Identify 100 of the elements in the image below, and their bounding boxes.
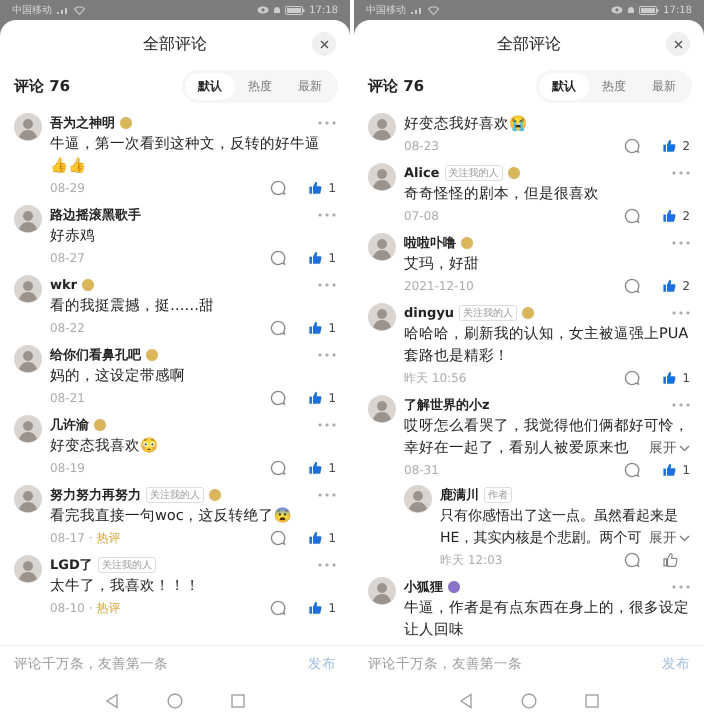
user-name[interactable]: 路边摇滚黑歌手	[50, 206, 141, 224]
like-icon[interactable]	[308, 250, 322, 266]
user-name[interactable]: dingyu	[404, 306, 454, 320]
sort-tab[interactable]: 热度	[589, 73, 639, 100]
like-icon[interactable]	[308, 180, 322, 196]
comment-date: 08-22	[50, 321, 85, 335]
more-icon[interactable]	[672, 241, 690, 245]
avatar[interactable]	[14, 275, 42, 303]
comment-icon[interactable]	[624, 552, 640, 568]
avatar[interactable]	[368, 303, 396, 331]
like-count: 2	[682, 279, 690, 293]
user-name[interactable]: 吾为之神明	[50, 114, 115, 132]
comment-input[interactable]: 评论千万条，友善第一条	[14, 656, 308, 672]
avatar[interactable]	[14, 415, 42, 443]
comment-icon[interactable]	[624, 370, 640, 386]
like-icon[interactable]	[662, 208, 676, 224]
sort-tab[interactable]: 最新	[285, 73, 335, 100]
comment-icon[interactable]	[270, 460, 286, 476]
user-name[interactable]: LGD了	[50, 556, 93, 574]
comment-date: 昨天 10:56	[404, 370, 466, 386]
like-icon[interactable]	[308, 320, 322, 336]
user-name[interactable]: 几许渝	[50, 416, 89, 434]
comment-input[interactable]: 评论千万条，友善第一条	[368, 656, 662, 672]
close-icon	[320, 40, 328, 48]
comment-text-line: 幸好在一起了，看别人被爱原来也	[404, 439, 629, 458]
user-name[interactable]: wkr	[50, 278, 78, 292]
sort-tab[interactable]: 默认	[539, 73, 589, 100]
back-icon[interactable]	[105, 693, 119, 709]
more-icon[interactable]	[672, 403, 690, 407]
avatar[interactable]	[14, 555, 42, 583]
sort-tab[interactable]: 热度	[235, 73, 285, 100]
user-name[interactable]: Alice	[404, 166, 440, 180]
avatar[interactable]	[368, 163, 396, 191]
user-name[interactable]: 了解世界的小z	[404, 396, 490, 414]
user-name[interactable]: 给你们看鼻孔吧	[50, 346, 141, 364]
like-icon[interactable]	[308, 460, 322, 476]
like-icon[interactable]	[662, 138, 676, 154]
avatar[interactable]	[14, 113, 42, 141]
like-icon[interactable]	[662, 552, 678, 568]
avatar[interactable]	[14, 485, 42, 513]
comment-icon[interactable]	[270, 320, 286, 336]
like-icon[interactable]	[308, 600, 322, 616]
more-icon[interactable]	[672, 171, 690, 175]
comment-icon[interactable]	[270, 600, 286, 616]
avatar[interactable]	[368, 113, 396, 141]
comment-text-line: 只有你感悟出了这一点。虽然看起来是	[440, 507, 678, 526]
comment-icon[interactable]	[624, 278, 640, 294]
more-icon[interactable]	[318, 563, 336, 567]
comment-text: 看完我直接一句woc，这反转绝了😨	[50, 506, 293, 526]
avatar[interactable]	[14, 345, 42, 373]
avatar[interactable]	[404, 485, 432, 513]
comment-icon[interactable]	[624, 138, 640, 154]
comment-icon[interactable]	[624, 208, 640, 224]
user-tag: 关注我的人	[444, 165, 502, 181]
close-button[interactable]	[312, 32, 336, 56]
comment-icon[interactable]	[270, 390, 286, 406]
sort-tab[interactable]: 默认	[185, 73, 235, 100]
like-count: 2	[682, 209, 690, 223]
like-icon[interactable]	[662, 370, 676, 386]
home-icon[interactable]	[167, 693, 183, 709]
avatar[interactable]	[14, 205, 42, 233]
comment-count: 评论 76	[14, 77, 72, 96]
user-name[interactable]: 啦啦卟噜	[404, 234, 456, 252]
comment-icon[interactable]	[624, 462, 640, 478]
like-icon[interactable]	[662, 278, 676, 294]
user-name[interactable]: 鹿满川	[440, 486, 479, 504]
more-icon[interactable]	[318, 353, 336, 357]
avatar[interactable]	[368, 577, 396, 605]
sheet-title: 全部评论	[497, 34, 561, 54]
user-tag: 关注我的人	[98, 557, 156, 573]
more-icon[interactable]	[672, 311, 690, 315]
recents-icon[interactable]	[231, 694, 245, 708]
more-icon[interactable]	[318, 121, 336, 125]
like-count: 1	[328, 251, 336, 265]
close-button[interactable]	[666, 32, 690, 56]
chevron-icon	[679, 444, 690, 452]
home-icon[interactable]	[521, 693, 537, 709]
like-count: 1	[328, 601, 336, 615]
recents-icon[interactable]	[585, 694, 599, 708]
more-icon[interactable]	[318, 213, 336, 217]
sort-tab[interactable]: 最新	[639, 73, 689, 100]
separator-dot: ·	[88, 531, 93, 545]
comment-text: 艾玛，好甜	[404, 254, 480, 274]
more-icon[interactable]	[672, 585, 690, 589]
avatar[interactable]	[368, 233, 396, 261]
like-icon[interactable]	[662, 462, 676, 478]
user-name[interactable]: 努力努力再努力	[50, 486, 141, 504]
more-icon[interactable]	[318, 423, 336, 427]
comment-icon[interactable]	[270, 250, 286, 266]
comment-text: 牛逼，作者是有点东西在身上的，很多设定让人回味	[404, 598, 690, 640]
back-icon[interactable]	[459, 693, 473, 709]
user-name[interactable]: 小狐狸	[404, 578, 443, 596]
like-icon[interactable]	[308, 530, 322, 546]
like-icon[interactable]	[308, 390, 322, 406]
more-icon[interactable]	[318, 493, 336, 497]
more-icon[interactable]	[318, 283, 336, 287]
like-count: 1	[328, 531, 336, 545]
comment-icon[interactable]	[270, 180, 286, 196]
avatar[interactable]	[368, 395, 396, 423]
comment-icon[interactable]	[270, 530, 286, 546]
